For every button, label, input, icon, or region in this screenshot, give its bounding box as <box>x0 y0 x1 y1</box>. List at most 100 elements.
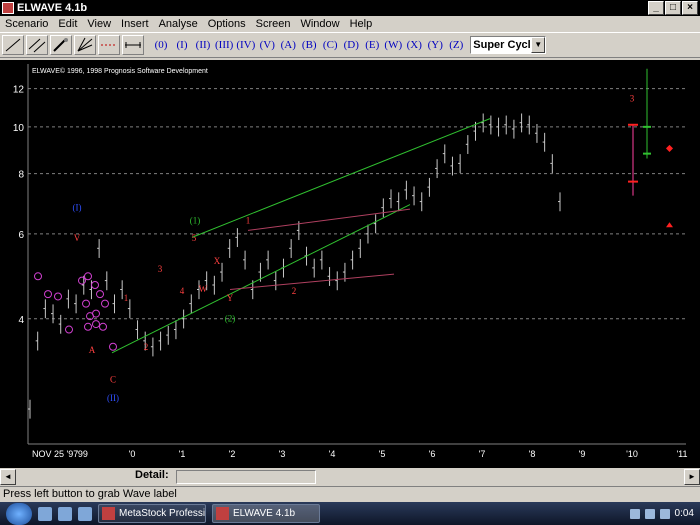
menu-insert[interactable]: Insert <box>116 18 154 30</box>
x-tick-label: '3 <box>279 449 286 459</box>
metastock-icon <box>102 507 115 520</box>
wave-label: Y <box>227 293 234 303</box>
menu-bar: Scenario Edit View Insert Analyse Option… <box>0 16 700 32</box>
task-metastock[interactable]: MetaStock Profession... <box>98 504 206 523</box>
quicklaunch-icon[interactable] <box>38 506 52 521</box>
task-elwave-label: ELWAVE 4.1b <box>233 508 296 519</box>
parallel-lines-tool-icon[interactable] <box>26 35 48 55</box>
wave-button-iii[interactable]: (III) <box>214 35 234 55</box>
scroll-left-icon[interactable]: ◄ <box>0 469 16 485</box>
wave-button-v[interactable]: (V) <box>257 35 277 55</box>
wave-label: W <box>199 284 208 294</box>
wave-button-e[interactable]: (E) <box>362 35 382 55</box>
maximize-button[interactable]: □ <box>665 1 681 15</box>
detail-scrollbar[interactable] <box>176 470 316 484</box>
system-tray: 0:04 <box>629 502 694 525</box>
y-tick-label: 4 <box>18 315 24 326</box>
menu-view[interactable]: View <box>82 18 116 30</box>
tray-icon[interactable] <box>629 508 640 519</box>
taskbar: MetaStock Profession... ELWAVE 4.1b 0:04 <box>0 502 700 525</box>
wave-button-w[interactable]: (W) <box>383 35 403 55</box>
menu-analyse[interactable]: Analyse <box>154 18 203 30</box>
dashed-line-tool-icon[interactable] <box>98 35 120 55</box>
x-tick-label: NOV 25 '97 <box>32 449 78 459</box>
wave-label: 4 <box>180 286 185 296</box>
wave-label: 5 <box>192 233 197 243</box>
tray-icon[interactable] <box>659 508 670 519</box>
wave-button-i[interactable]: (I) <box>172 35 192 55</box>
x-tick-label: '5 <box>379 449 386 459</box>
x-tick-label: '11 <box>676 449 687 459</box>
chevron-down-icon[interactable]: ▼ <box>531 37 546 53</box>
pen-tool-icon[interactable] <box>50 35 72 55</box>
wave-label: V <box>74 233 81 243</box>
wave-label: (I) <box>73 203 82 213</box>
title-bar: ELWAVE 4.1b _ □ × <box>0 0 700 16</box>
degree-select[interactable]: Super Cycle ▼ <box>470 36 547 54</box>
wave-button-0[interactable]: (0) <box>151 35 171 55</box>
x-tick-label: '4 <box>329 449 336 459</box>
wave-label: A <box>89 345 96 355</box>
menu-screen[interactable]: Screen <box>251 18 296 30</box>
status-bar: Press left button to grab Wave label <box>0 486 700 500</box>
scroll-right-icon[interactable]: ► <box>684 469 700 485</box>
wave-button-iv[interactable]: (IV) <box>235 35 256 55</box>
detail-label: Detail: <box>135 469 169 481</box>
y-tick-label: 8 <box>18 170 24 181</box>
fan-tool-icon[interactable] <box>74 35 96 55</box>
window-title: ELWAVE 4.1b <box>17 2 88 14</box>
wave-label: (II) <box>107 393 119 403</box>
wave-label: X <box>214 256 221 266</box>
clock: 0:04 <box>674 508 694 519</box>
wave-button-x[interactable]: (X) <box>404 35 424 55</box>
menu-help[interactable]: Help <box>345 18 378 30</box>
line-tool-icon[interactable] <box>2 35 24 55</box>
x-tick-label: '6 <box>429 449 436 459</box>
wave-label: (2) <box>225 313 236 323</box>
tray-icon[interactable] <box>644 508 655 519</box>
task-elwave[interactable]: ELWAVE 4.1b <box>212 504 320 523</box>
chart-area[interactable]: 12 10 8 6 4 NOV 25 '97'99'0'1'2'3'4'5'6'7'8'9… <box>0 60 700 468</box>
app-icon <box>2 2 14 14</box>
wave-label: 2 <box>292 286 297 296</box>
wave-label: 2 <box>144 342 149 352</box>
wave-label: (1) <box>190 216 201 226</box>
x-tick-label: '99 <box>76 449 88 459</box>
copyright-text: ELWAVE© 1996, 1998 Prognosis Software De… <box>32 67 208 75</box>
wave-label: 3 <box>630 93 635 103</box>
x-tick-label: '0 <box>129 449 136 459</box>
elwave-icon <box>216 507 229 520</box>
wave-label: C <box>110 375 116 385</box>
wave-button-b[interactable]: (B) <box>299 35 319 55</box>
measure-tool-icon[interactable] <box>122 35 144 55</box>
quicklaunch-icon[interactable] <box>58 506 72 521</box>
menu-edit[interactable]: Edit <box>53 18 82 30</box>
wave-button-d[interactable]: (D) <box>341 35 361 55</box>
wave-label: 3 <box>158 264 163 274</box>
wave-button-z[interactable]: (Z) <box>446 35 466 55</box>
wave-button-ii[interactable]: (II) <box>193 35 213 55</box>
y-tick-label: 12 <box>13 85 25 96</box>
wave-label: 1 <box>124 293 129 303</box>
wave-button-c[interactable]: (C) <box>320 35 340 55</box>
price-chart[interactable]: 1210864NOV 25 '97'99'0'1'2'3'4'5'6'7'8'9… <box>0 60 700 468</box>
minimize-button[interactable]: _ <box>648 1 664 15</box>
scroll-row: ◄ Detail: ► <box>0 468 700 486</box>
x-tick-label: '2 <box>229 449 236 459</box>
wave-button-a[interactable]: (A) <box>278 35 298 55</box>
quicklaunch-icon[interactable] <box>78 506 92 521</box>
y-tick-label: 6 <box>18 230 24 241</box>
x-tick-label: '7 <box>479 449 486 459</box>
wave-button-y[interactable]: (Y) <box>425 35 445 55</box>
menu-window[interactable]: Window <box>295 18 344 30</box>
menu-options[interactable]: Options <box>203 18 251 30</box>
close-button[interactable]: × <box>682 1 698 15</box>
x-tick-label: '9 <box>579 449 586 459</box>
x-tick-label: '10 <box>626 449 638 459</box>
menu-scenario[interactable]: Scenario <box>0 18 53 30</box>
start-button[interactable] <box>6 502 32 525</box>
degree-value: Super Cycle <box>473 39 537 51</box>
y-tick-label: 10 <box>13 123 25 134</box>
x-tick-label: '1 <box>179 449 186 459</box>
chart-background <box>0 60 700 468</box>
